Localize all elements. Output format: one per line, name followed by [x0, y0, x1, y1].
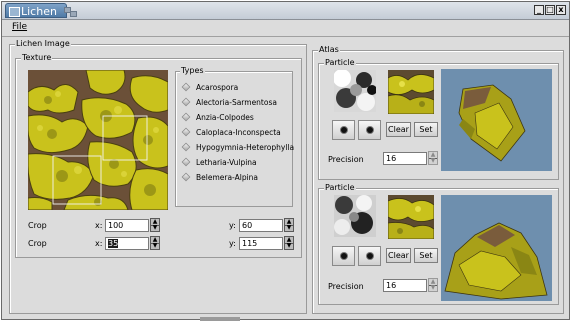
particle2-3d-preview[interactable] [441, 195, 552, 301]
radio-icon[interactable] [181, 82, 191, 92]
window-title: Lichen [21, 5, 57, 18]
close-button[interactable]: x [556, 5, 566, 15]
spin-down-arrow-icon[interactable]: ▼ [151, 243, 159, 249]
particle1-clear-button[interactable]: Clear [386, 122, 411, 137]
spin-down-arrow-icon[interactable]: ▼ [429, 158, 437, 164]
maximize-button[interactable]: □ [545, 5, 555, 15]
radio-icon[interactable] [181, 142, 191, 152]
crop2-y-spinner[interactable]: ▲ ▼ [284, 236, 294, 250]
particle-title: Particle [324, 183, 356, 193]
particle2-noise-map [334, 195, 376, 237]
type-option[interactable]: Belemera-Alpina [181, 172, 258, 184]
point-icon [341, 127, 347, 133]
spin-down-arrow-icon[interactable]: ▼ [151, 225, 159, 231]
precision-label: Precision [328, 155, 364, 164]
particle1-precision-input[interactable]: 16 [383, 152, 427, 165]
particle2-point-button-b[interactable] [358, 246, 381, 266]
particle1-texture-swatch [388, 70, 434, 114]
point-icon [367, 253, 373, 259]
texture-image[interactable] [28, 70, 168, 210]
point-icon [367, 127, 373, 133]
crop-x-label: x: [95, 239, 103, 248]
taskbar-ghost-icon [64, 7, 78, 17]
type-option[interactable]: Anzia-Colpodes [181, 112, 254, 124]
particle1-3d-preview[interactable] [441, 69, 552, 171]
type-option[interactable]: Caloplaca-Inconspecta [181, 127, 281, 139]
spin-down-arrow-icon[interactable]: ▼ [285, 243, 293, 249]
app-window: Lichen _ □ x File Lichen Image Texture T… [1, 1, 570, 321]
crop-label: Crop [28, 239, 47, 248]
crop1-y-spinner[interactable]: ▲ ▼ [284, 218, 294, 232]
menu-file[interactable]: File [12, 22, 27, 32]
particle2-clear-button[interactable]: Clear [386, 248, 411, 263]
crop-x-label: x: [95, 221, 103, 230]
crop1-x-spinner[interactable]: ▲ ▼ [150, 218, 160, 232]
spin-down-arrow-icon[interactable]: ▼ [285, 225, 293, 231]
atlas-title: Atlas [318, 45, 340, 55]
point-icon [341, 253, 347, 259]
crop2-x-input[interactable]: 35 [105, 237, 149, 250]
particle2-precision-spinner[interactable]: ▲ ▼ [428, 278, 438, 292]
window-title-tab[interactable]: Lichen [5, 3, 67, 18]
bottom-edge-grip [200, 317, 240, 321]
radio-icon[interactable] [181, 127, 191, 137]
radio-icon[interactable] [181, 112, 191, 122]
crop1-x-input[interactable]: 100 [105, 219, 149, 232]
minimize-button[interactable]: _ [534, 5, 544, 15]
type-option[interactable]: Letharia-Vulpina [181, 157, 257, 169]
lichen-texture-graphic [28, 70, 168, 210]
type-option[interactable]: Acarospora [181, 82, 238, 94]
crop-label: Crop [28, 221, 47, 230]
particle1-set-button[interactable]: Set [414, 122, 438, 137]
type-option[interactable]: Alectoria-Sarmentosa [181, 97, 277, 109]
radio-icon[interactable] [181, 97, 191, 107]
particle-title: Particle [324, 58, 356, 68]
window-icon [9, 7, 20, 17]
particle2-point-button-a[interactable] [332, 246, 355, 266]
particle1-precision-spinner[interactable]: ▲ ▼ [428, 151, 438, 165]
crop2-x-spinner[interactable]: ▲ ▼ [150, 236, 160, 250]
texture-title: Texture [21, 53, 53, 63]
precision-label: Precision [328, 282, 364, 291]
menu-bar: File [2, 20, 569, 37]
lichen-image-title: Lichen Image [15, 39, 71, 49]
spin-down-arrow-icon[interactable]: ▼ [429, 285, 437, 291]
crop1-y-input[interactable]: 60 [239, 219, 283, 232]
crop2-y-input[interactable]: 115 [239, 237, 283, 250]
title-bar[interactable]: Lichen _ □ x [2, 2, 569, 20]
type-option[interactable]: Hypogymnia-Heterophylla [181, 142, 294, 154]
radio-icon[interactable] [181, 157, 191, 167]
particle1-point-button-a[interactable] [332, 120, 355, 140]
particle2-precision-input[interactable]: 16 [383, 279, 427, 292]
window-controls: _ □ x [534, 5, 566, 15]
particle2-set-button[interactable]: Set [414, 248, 438, 263]
crop-y-label: y: [229, 239, 236, 248]
particle1-point-button-b[interactable] [358, 120, 381, 140]
crop-y-label: y: [229, 221, 236, 230]
particle2-texture-swatch [388, 195, 434, 239]
radio-icon[interactable] [181, 172, 191, 182]
particle1-noise-map [334, 70, 376, 112]
types-list: Acarospora Alectoria-Sarmentosa Anzia-Co… [178, 72, 294, 206]
